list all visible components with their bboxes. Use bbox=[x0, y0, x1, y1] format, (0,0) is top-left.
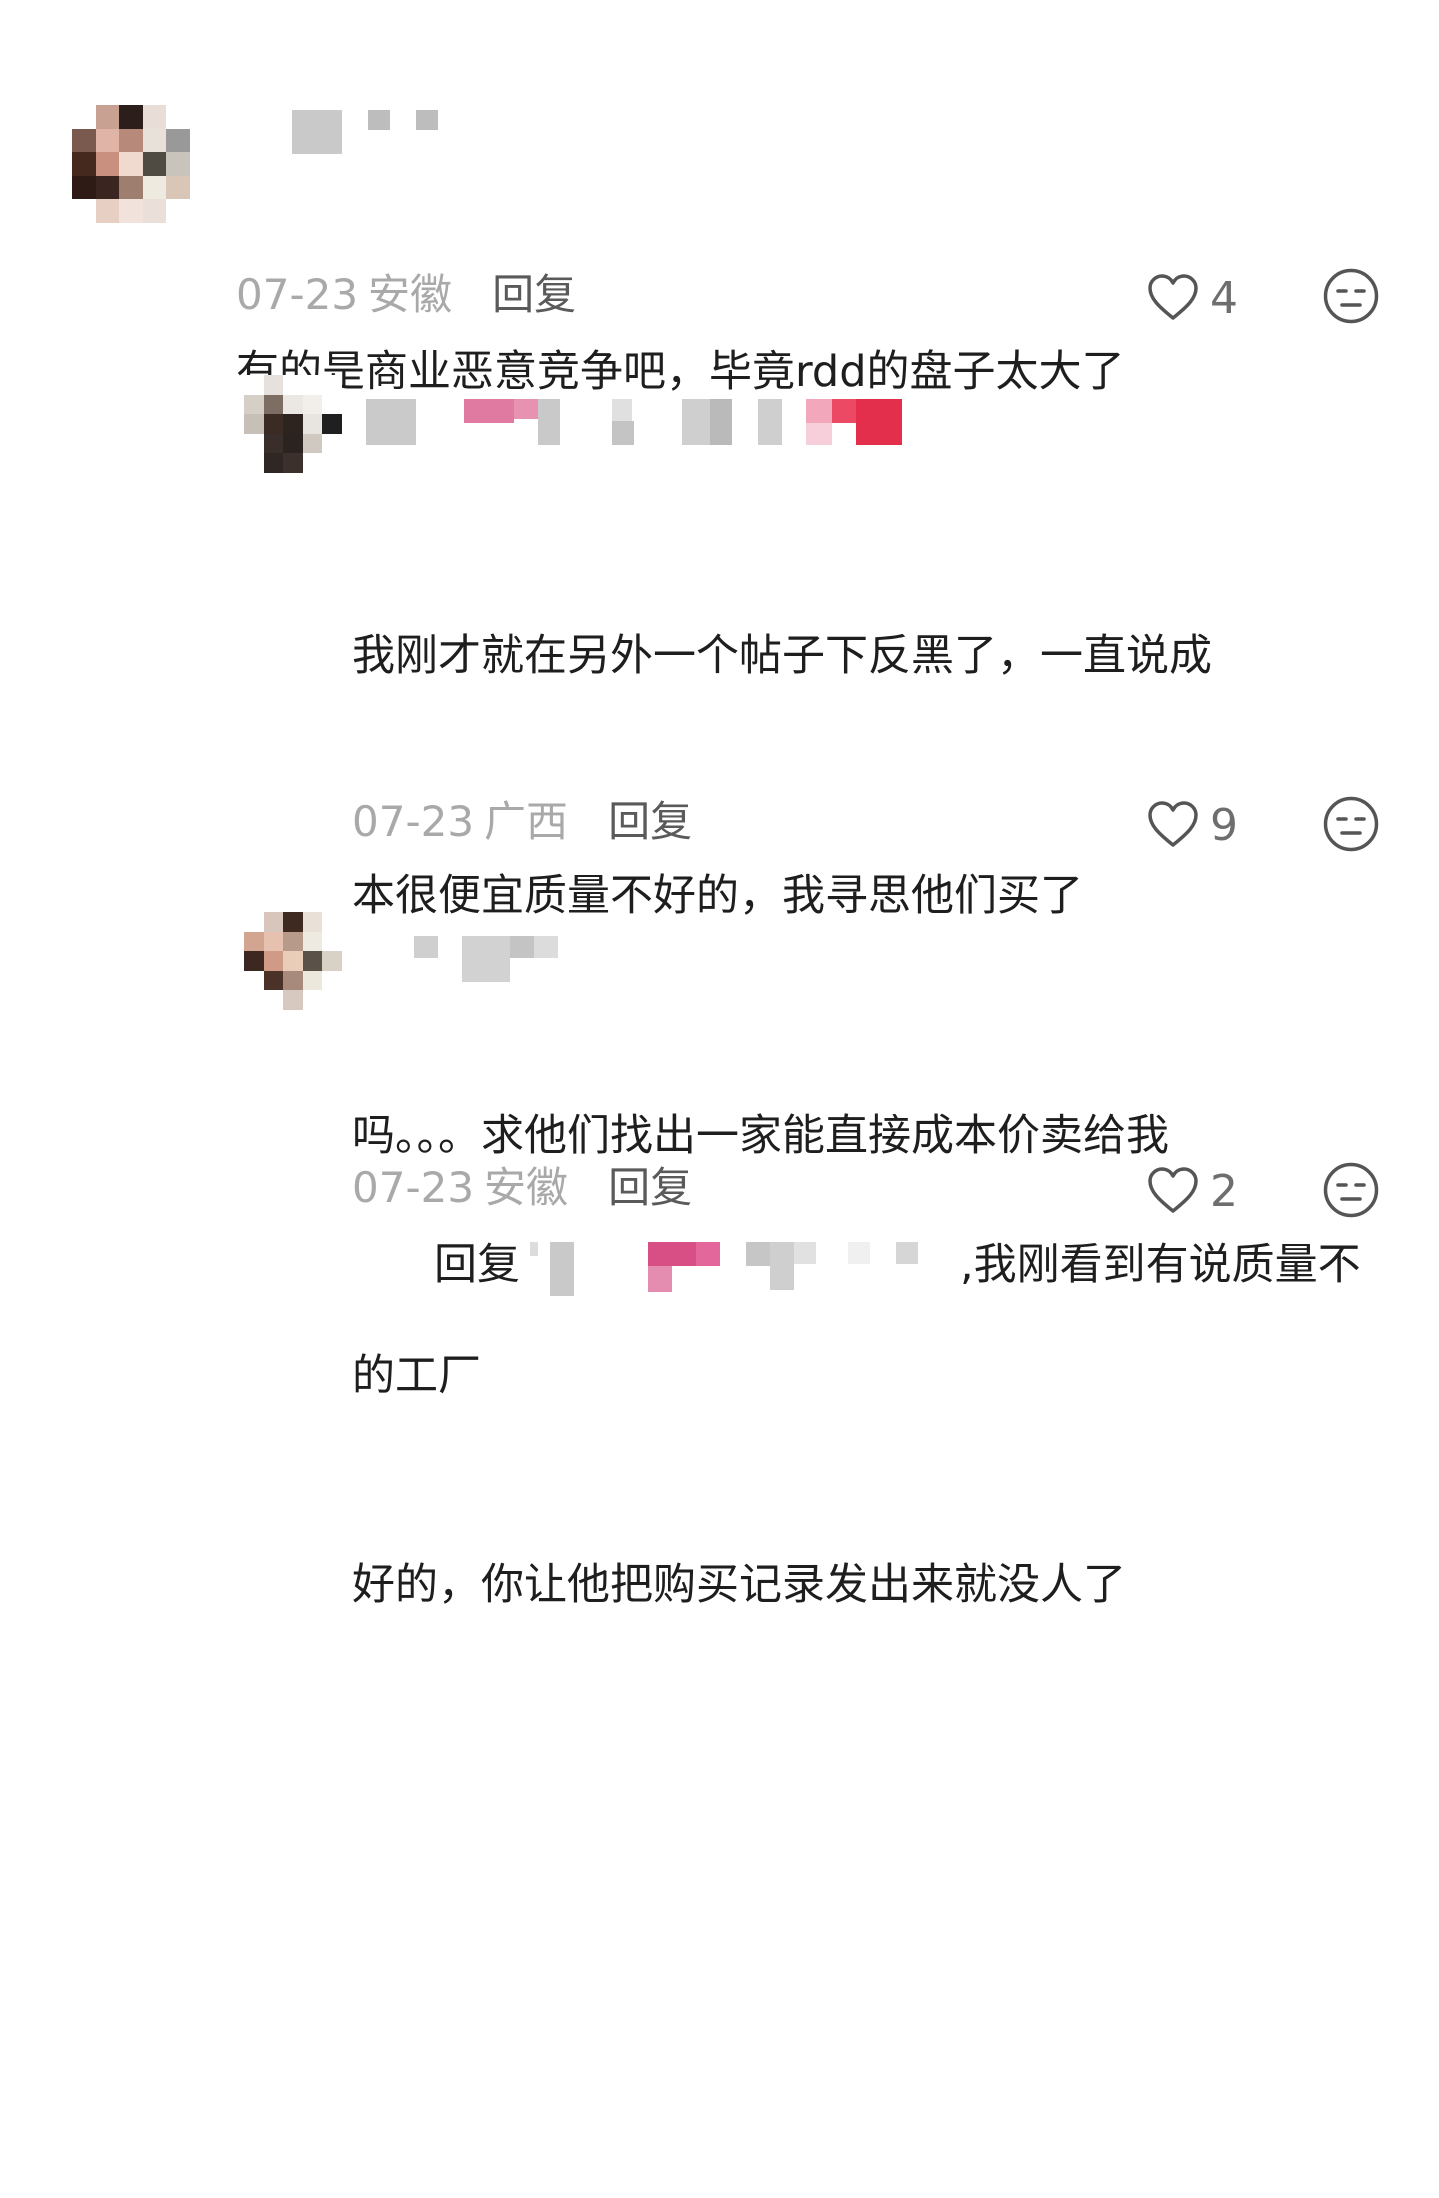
neutral-face-icon[interactable] bbox=[1322, 267, 1380, 325]
username-blurred[interactable] bbox=[414, 932, 574, 982]
avatar[interactable] bbox=[72, 105, 190, 223]
avatar[interactable] bbox=[244, 912, 342, 1010]
heart-outline-icon bbox=[1148, 274, 1198, 320]
comment-date: 07-23 bbox=[352, 1163, 475, 1212]
like-button[interactable]: 4 bbox=[1146, 268, 1238, 328]
like-count: 2 bbox=[1210, 1165, 1238, 1217]
comment-date: 07-23 bbox=[352, 797, 475, 846]
neutral-face-icon[interactable] bbox=[1322, 1161, 1380, 1219]
avatar[interactable] bbox=[244, 375, 342, 473]
like-button[interactable]: 2 bbox=[1146, 1161, 1238, 1221]
reply-prefix: 回复 bbox=[434, 1240, 521, 1290]
comment-text-after-name: ,我刚看到有说质量不 bbox=[960, 1240, 1361, 1290]
comment-location: 安徽 bbox=[484, 1163, 569, 1212]
neutral-face-icon[interactable] bbox=[1322, 795, 1380, 853]
heart-outline-icon bbox=[1148, 801, 1198, 847]
comment-date: 07-23 bbox=[236, 270, 359, 319]
reply-to-username-blurred[interactable] bbox=[520, 1238, 960, 1298]
comment-meta: 07-23 安徽 回复 bbox=[352, 1163, 692, 1213]
comment-meta: 07-23 广西 回复 bbox=[352, 797, 692, 847]
username-blurred[interactable] bbox=[366, 395, 926, 445]
comment-location: 广西 bbox=[484, 797, 569, 846]
comment-location: 安徽 bbox=[368, 270, 453, 319]
like-button[interactable]: 9 bbox=[1146, 795, 1238, 855]
comment-text: 回复 ,我刚看到有说质量不 好的，你让他把购买记录发出来就没人了 bbox=[352, 985, 1361, 1785]
reply-button[interactable]: 回复 bbox=[608, 1163, 692, 1212]
comment-meta: 07-23 安徽 回复 bbox=[236, 270, 576, 320]
like-count: 9 bbox=[1210, 799, 1238, 851]
reply-button[interactable]: 回复 bbox=[492, 270, 576, 319]
reply-button[interactable]: 回复 bbox=[608, 797, 692, 846]
like-count: 4 bbox=[1210, 272, 1238, 324]
heart-outline-icon bbox=[1148, 1167, 1198, 1213]
username-blurred[interactable] bbox=[292, 102, 452, 154]
